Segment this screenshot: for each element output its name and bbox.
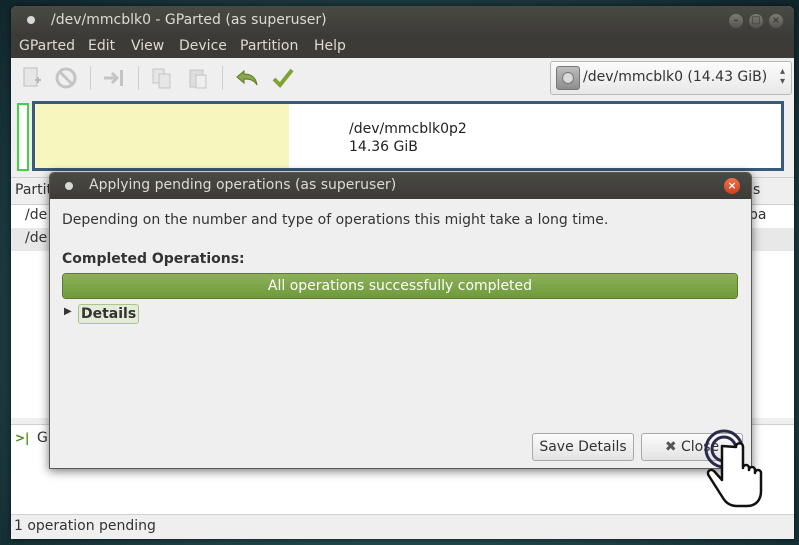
expander-arrow-icon[interactable]: ▶ bbox=[64, 306, 72, 317]
partition-block-size: 14.36 GiB bbox=[349, 139, 418, 155]
maximize-icon[interactable]: □ bbox=[749, 14, 763, 28]
partition-map: /dev/mmcblk0p2 14.36 GiB bbox=[16, 101, 784, 171]
toolbar-separator bbox=[138, 66, 139, 90]
partition-block-mmcblk0p2[interactable]: /dev/mmcblk0p2 14.36 GiB bbox=[32, 101, 784, 171]
paste-icon[interactable] bbox=[186, 66, 210, 90]
resize-move-icon[interactable] bbox=[102, 66, 126, 90]
dialog-menu-icon[interactable] bbox=[65, 182, 73, 190]
column-header-flags[interactable]: s bbox=[753, 182, 760, 198]
menu-gparted[interactable]: GParted bbox=[19, 38, 75, 54]
dialog-title: Applying pending operations (as superuse… bbox=[89, 177, 397, 193]
harddisk-icon bbox=[556, 66, 580, 90]
operation-grow-icon: >| bbox=[15, 431, 30, 445]
completed-operations-heading: Completed Operations: bbox=[62, 251, 245, 267]
partition-row-name: /de bbox=[25, 207, 48, 223]
device-selector[interactable]: /dev/mmcblk0 (14.43 GiB) ▴ ▾ bbox=[550, 61, 792, 95]
hand-pointer-icon bbox=[704, 429, 763, 508]
toolbar: /dev/mmcblk0 (14.43 GiB) ▴ ▾ bbox=[11, 58, 794, 99]
status-bar: 1 operation pending bbox=[11, 514, 794, 539]
window-menu-icon[interactable] bbox=[27, 16, 35, 24]
menu-help[interactable]: Help bbox=[314, 38, 346, 54]
used-space-fill bbox=[35, 104, 289, 168]
details-label[interactable]: Details bbox=[78, 304, 140, 324]
partition-block-name: /dev/mmcblk0p2 bbox=[349, 121, 467, 137]
minimize-icon[interactable]: – bbox=[729, 14, 743, 28]
status-text: 1 operation pending bbox=[14, 518, 156, 534]
save-details-button[interactable]: Save Details bbox=[532, 433, 634, 461]
menu-device[interactable]: Device bbox=[179, 38, 227, 54]
new-partition-icon[interactable] bbox=[20, 66, 44, 90]
menu-bar: GParted Edit View Device Partition Help bbox=[11, 36, 794, 58]
menu-edit[interactable]: Edit bbox=[88, 38, 115, 54]
apply-icon[interactable] bbox=[271, 66, 295, 90]
toolbar-separator bbox=[222, 66, 223, 90]
dialog-description: Depending on the number and type of oper… bbox=[62, 212, 609, 228]
chevron-up-down-icon: ▴ ▾ bbox=[779, 66, 785, 87]
copy-icon[interactable] bbox=[150, 66, 174, 90]
apply-operations-dialog: Applying pending operations (as superuse… bbox=[49, 172, 752, 469]
dialog-title-bar: Applying pending operations (as superuse… bbox=[50, 173, 751, 199]
toolbar-separator bbox=[90, 66, 91, 90]
menu-view[interactable]: View bbox=[131, 38, 164, 54]
close-window-icon[interactable]: × bbox=[769, 14, 783, 28]
close-x-icon: ✖ bbox=[664, 439, 677, 455]
delete-icon[interactable] bbox=[54, 66, 78, 90]
device-selector-label: /dev/mmcblk0 (14.43 GiB) bbox=[583, 69, 768, 85]
title-bar: /dev/mmcblk0 - GParted (as superuser) – … bbox=[11, 6, 794, 36]
undo-icon[interactable] bbox=[234, 66, 258, 90]
window-title: /dev/mmcblk0 - GParted (as superuser) bbox=[51, 12, 327, 28]
dialog-close-icon[interactable]: × bbox=[724, 178, 740, 194]
unallocated-block[interactable] bbox=[17, 103, 29, 171]
progress-bar-text: All operations successfully completed bbox=[267, 278, 533, 294]
partition-row-name: /de bbox=[25, 230, 48, 246]
menu-partition[interactable]: Partition bbox=[240, 38, 298, 54]
progress-bar: All operations successfully completed bbox=[62, 273, 738, 299]
